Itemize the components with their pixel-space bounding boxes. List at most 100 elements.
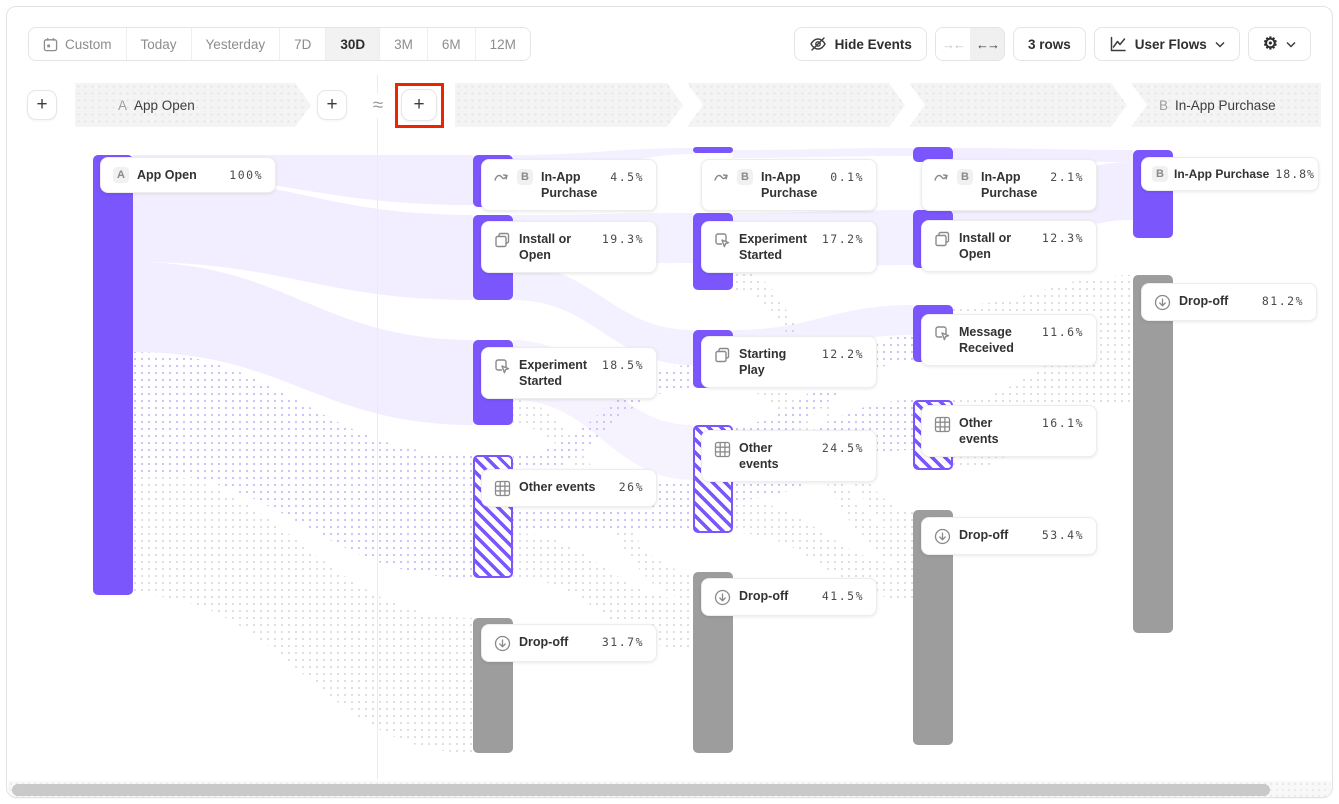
node-percent: 16.1% <box>1042 415 1084 431</box>
flow-node-install-or-open[interactable]: Install or Open 12.3% <box>921 220 1097 272</box>
trending-arrow-icon <box>494 170 509 183</box>
view-selector-dropdown[interactable]: User Flows <box>1094 27 1240 61</box>
trending-arrow-icon <box>714 170 729 183</box>
expand-columns-button[interactable]: ←→ <box>970 28 1004 60</box>
rows-button[interactable]: 3 rows <box>1013 27 1086 61</box>
flow-bar-drop-off[interactable] <box>1133 275 1173 633</box>
flow-node-in-app-purchase[interactable]: B In-App Purchase 0.1% <box>701 159 877 211</box>
step-a-header[interactable]: A App Open <box>75 83 311 127</box>
node-percent: 24.5% <box>822 440 864 456</box>
node-percent: 12.2% <box>822 346 864 362</box>
flow-bar-app-open[interactable] <box>93 155 133 595</box>
flow-bar-in-app-purchase[interactable] <box>693 147 733 153</box>
node-percent: 41.5% <box>822 588 864 604</box>
flow-node-drop-off[interactable]: Drop-off 81.2% <box>1141 283 1317 321</box>
add-step-after-a-button[interactable]: + <box>317 90 347 120</box>
flow-node-app-open[interactable]: A App Open 100% <box>100 157 276 193</box>
node-label: Drop-off <box>739 588 814 604</box>
step-gap-band-3[interactable] <box>909 83 1127 127</box>
node-percent: 11.6% <box>1042 324 1084 340</box>
settings-dropdown[interactable]: ⚙ <box>1248 27 1311 61</box>
click-cursor-icon <box>934 325 951 342</box>
node-label: Other events <box>739 440 814 472</box>
flow-node-drop-off[interactable]: Drop-off 31.7% <box>481 624 657 662</box>
date-range-30d[interactable]: 30D <box>325 28 379 60</box>
flow-node-other-events[interactable]: Other events 24.5% <box>701 430 877 482</box>
gear-icon: ⚙ <box>1263 34 1278 54</box>
node-label: Other events <box>959 415 1034 447</box>
flow-node-other-events[interactable]: Other events 16.1% <box>921 405 1097 457</box>
horizontal-scrollbar-thumb[interactable] <box>12 784 1270 796</box>
node-label: Drop-off <box>1179 293 1254 309</box>
flow-node-in-app-purchase[interactable]: B In-App Purchase 4.5% <box>481 159 657 211</box>
calendar-icon <box>43 37 58 52</box>
add-step-between-button[interactable]: + <box>401 89 437 121</box>
spacing-toggle-group: →← ←→ <box>935 27 1005 61</box>
click-cursor-icon <box>494 358 511 375</box>
node-percent: 12.3% <box>1042 230 1084 246</box>
node-label: Experiment Started <box>519 357 594 389</box>
hide-events-label: Hide Events <box>835 37 912 52</box>
flow-node-experiment-started[interactable]: Experiment Started 18.5% <box>481 347 657 399</box>
date-range-6m[interactable]: 6M <box>427 28 475 60</box>
toolbar: Custom Today Yesterday 7D 30D 3M 6M 12M … <box>28 27 1311 61</box>
node-percent: 17.2% <box>822 231 864 247</box>
node-percent: 19.3% <box>602 231 644 247</box>
node-percent: 18.8% <box>1275 166 1315 182</box>
flow-node-other-events[interactable]: Other events 26% <box>481 469 657 507</box>
date-range-7d[interactable]: 7D <box>279 28 325 60</box>
step-column-divider <box>377 75 378 779</box>
node-label: Experiment Started <box>739 231 814 263</box>
node-percent: 31.7% <box>602 634 644 650</box>
flow-node-message-received[interactable]: Message Received 11.6% <box>921 314 1097 366</box>
eye-off-icon <box>809 35 827 53</box>
flow-node-experiment-started[interactable]: Experiment Started 17.2% <box>701 221 877 273</box>
chevron-down-icon <box>1286 41 1296 48</box>
overlapping-squares-icon <box>714 347 731 364</box>
rows-label: 3 rows <box>1028 37 1071 52</box>
step-letter-badge: A <box>113 167 129 183</box>
flow-node-install-or-open[interactable]: Install or Open 19.3% <box>481 221 657 273</box>
flow-node-in-app-purchase[interactable]: B In-App Purchase 2.1% <box>921 159 1097 211</box>
node-percent: 26% <box>619 479 644 495</box>
grid-icon <box>934 416 951 433</box>
flow-node-drop-off[interactable]: Drop-off 53.4% <box>921 517 1097 555</box>
drop-off-icon <box>714 589 731 606</box>
node-label: Install or Open <box>519 231 594 263</box>
step-gap-band-2[interactable] <box>687 83 905 127</box>
date-range-today[interactable]: Today <box>126 28 191 60</box>
step-a-label: App Open <box>134 98 195 113</box>
node-percent: 81.2% <box>1262 293 1304 309</box>
flow-node-starting-play[interactable]: Starting Play 12.2% <box>701 336 877 388</box>
overlapping-squares-icon <box>934 231 951 248</box>
node-label: Other events <box>519 479 611 495</box>
node-label: Starting Play <box>739 346 814 378</box>
step-letter-badge: B <box>1152 166 1168 182</box>
trending-arrow-icon <box>934 170 949 183</box>
date-range-label: Custom <box>65 37 112 52</box>
flow-node-in-app-purchase[interactable]: B In-App Purchase 18.8% <box>1141 157 1319 191</box>
node-label: In-App Purchase <box>541 169 602 201</box>
hide-events-button[interactable]: Hide Events <box>794 27 927 61</box>
horizontal-scrollbar-track[interactable] <box>8 781 1331 799</box>
view-selector-label: User Flows <box>1135 37 1207 52</box>
overlapping-squares-icon <box>494 232 511 249</box>
node-label: In-App Purchase <box>761 169 822 201</box>
date-range-yesterday[interactable]: Yesterday <box>191 28 280 60</box>
step-gap-band-1[interactable] <box>455 83 683 127</box>
add-step-before-button[interactable]: + <box>27 90 57 120</box>
date-range-3m[interactable]: 3M <box>379 28 427 60</box>
flow-node-drop-off[interactable]: Drop-off 41.5% <box>701 578 877 616</box>
node-label: Drop-off <box>519 634 594 650</box>
node-percent: 0.1% <box>830 169 864 185</box>
step-b-header[interactable]: B In-App Purchase <box>1131 83 1321 127</box>
date-range-custom[interactable]: Custom <box>29 28 126 60</box>
node-label: Drop-off <box>959 527 1034 543</box>
drop-off-icon <box>934 528 951 545</box>
node-percent: 53.4% <box>1042 527 1084 543</box>
node-label: In-App Purchase <box>981 169 1042 201</box>
collapse-columns-button[interactable]: →← <box>936 28 970 60</box>
node-percent: 2.1% <box>1050 169 1084 185</box>
date-range-12m[interactable]: 12M <box>475 28 530 60</box>
node-percent: 4.5% <box>610 169 644 185</box>
